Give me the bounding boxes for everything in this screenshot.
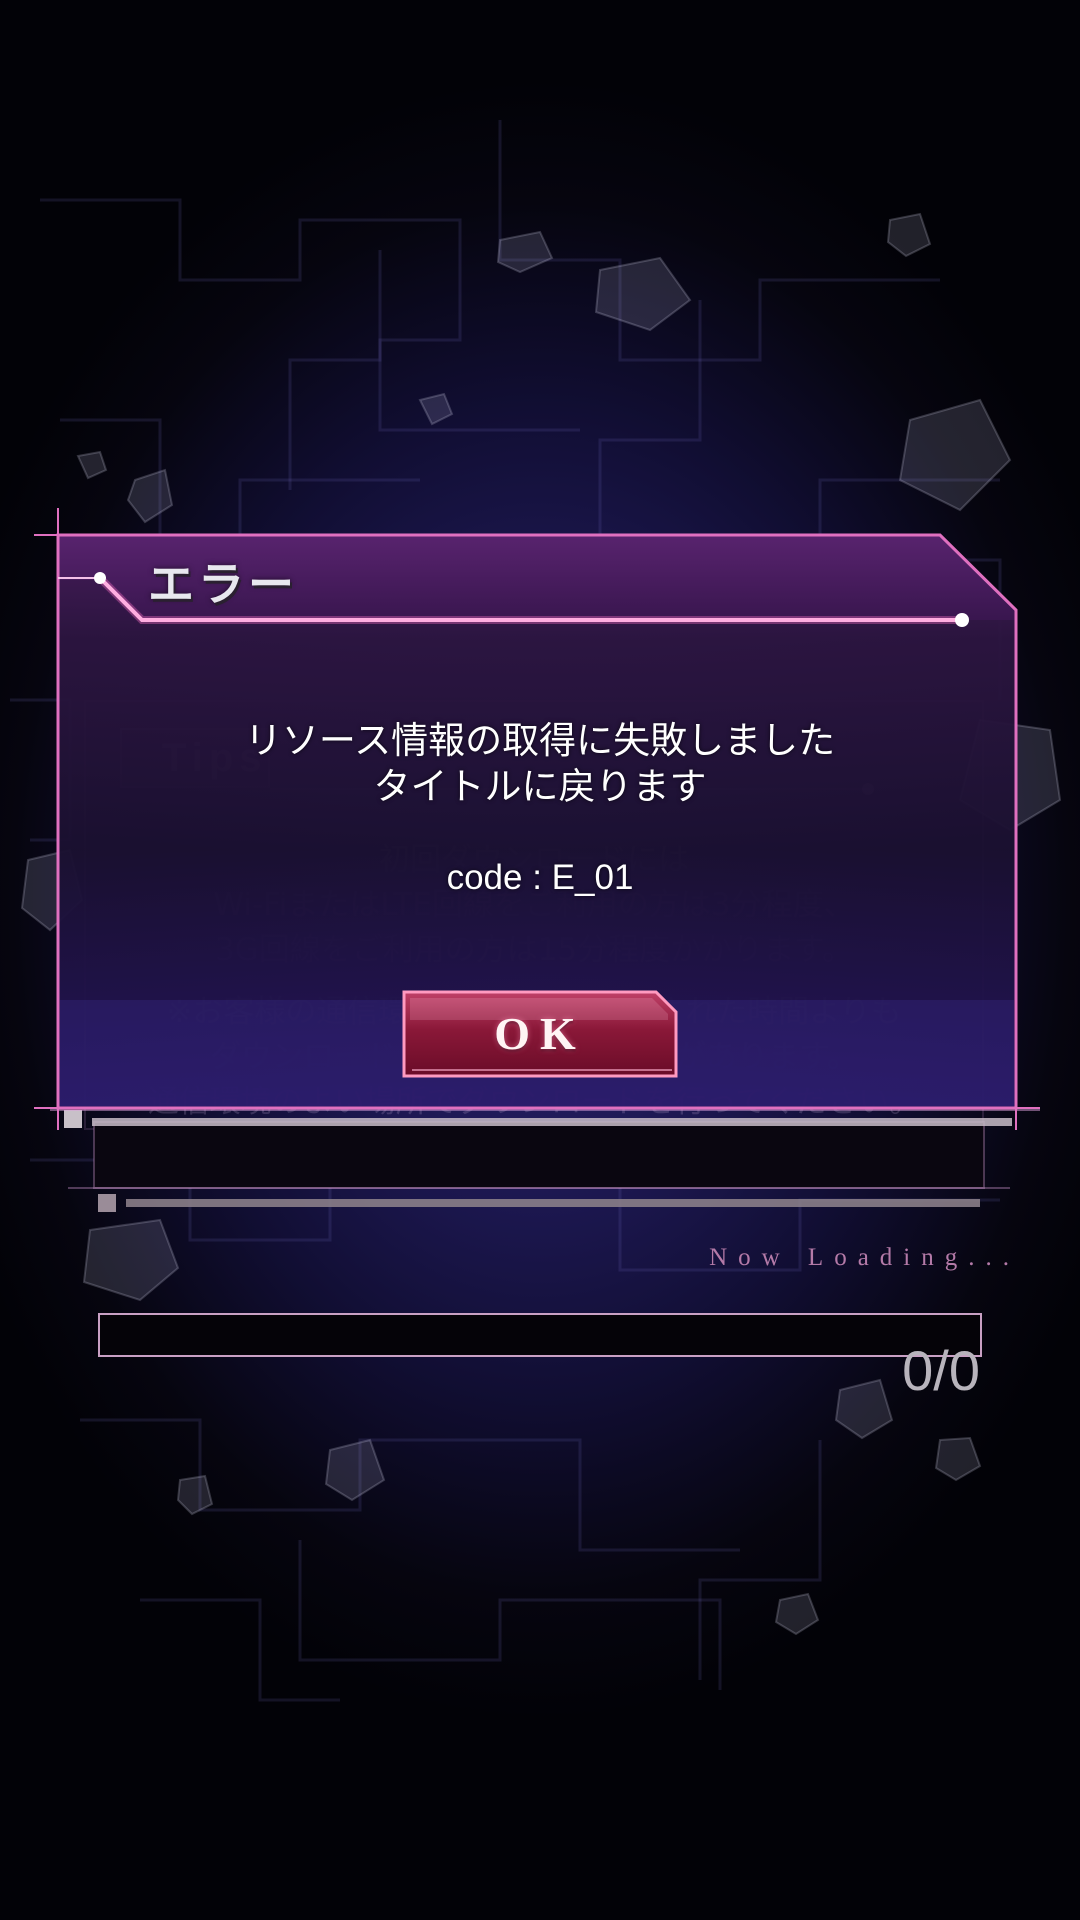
now-loading-text: Now Loading... <box>709 1244 1020 1271</box>
game-screen: Tips 初回ダウンロードには Wi-FiまたはLTE回線をご利用の方は3分程度… <box>0 0 1080 1920</box>
ok-button[interactable]: OK <box>402 990 678 1078</box>
progress-count: 0/0 <box>902 1339 980 1402</box>
lower-frame-art <box>50 1109 1040 1212</box>
ok-button-label: OK <box>494 1008 586 1059</box>
